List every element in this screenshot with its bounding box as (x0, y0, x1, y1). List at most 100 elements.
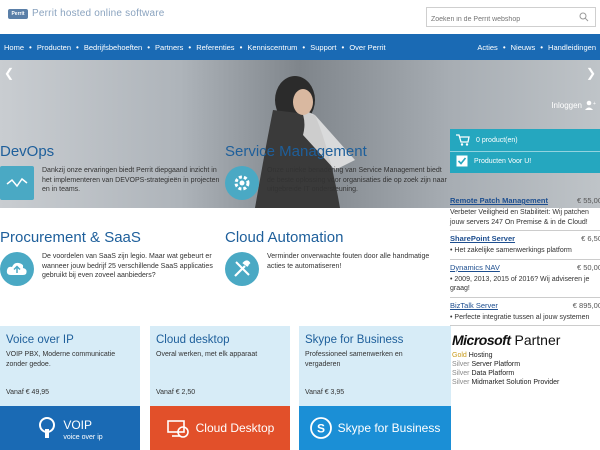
nav-separator: • (341, 42, 345, 52)
product-tile[interactable]: Cloud desktop Overal werken, met elk appa… (150, 326, 290, 450)
nav-item-producten[interactable]: Producten (37, 43, 71, 52)
cloud-automation-title[interactable]: Cloud Automation (225, 229, 343, 246)
search-icon[interactable] (579, 12, 589, 22)
competency-level: Silver (452, 370, 470, 377)
devops-icon (0, 166, 34, 200)
news-divider (450, 325, 600, 326)
perrit-logo[interactable]: Perrit Perrit hosted online software (8, 8, 165, 19)
main-nav: Home • Producten • Bedrijfsbehoeften • Partner… (0, 34, 600, 60)
cloud-desktop-icon (166, 420, 189, 438)
competency-level: Gold (452, 352, 467, 359)
news-price: € 55,00 (576, 196, 600, 205)
news-header: BizTalk Server € 895,00 (450, 301, 600, 310)
banner-sublabel: voice over ip (63, 433, 103, 441)
service-management-title[interactable]: Service Management (225, 143, 367, 160)
news-description: Verbeter Veiligheid en Stabiliteit: Wij … (450, 209, 589, 226)
news-title-link[interactable]: Remote Patch Management (450, 196, 548, 205)
voip-phone-icon (39, 417, 56, 438)
tile-banner-button[interactable]: Cloud Desktop (150, 406, 290, 450)
news-title-link[interactable]: SharePoint Server (450, 234, 515, 243)
nav-item-partners[interactable]: Partners (155, 43, 183, 52)
hero-next-arrow[interactable]: ❯ (586, 66, 596, 80)
tile-description: Overal werken, met elk apparaat (156, 351, 258, 358)
nav-separator: • (540, 42, 544, 52)
tools-icon (225, 252, 259, 286)
competency-name: Midmarket Solution Provider (471, 379, 560, 386)
news-title-link[interactable]: Dynamics NAV (450, 263, 500, 272)
nav-separator: • (29, 42, 32, 52)
logo-text: Perrit hosted online software (32, 8, 165, 19)
service-management-text: Onze unieke benadering van Service Manag… (267, 167, 447, 193)
devops-text: Dankzij onze ervaringen biedt Perrit die… (42, 167, 220, 193)
news-list: Remote Patch Management € 55,00 Verbeter V… (450, 196, 600, 329)
nav-left: Home • Producten • Bedrijfsbehoeften • Partner… (4, 43, 386, 52)
banner-label: VOIP (63, 417, 93, 432)
nav-item-handleidingen[interactable]: Handleidingen (548, 43, 596, 52)
hero-prev-arrow[interactable]: ❮ (4, 66, 14, 80)
nav-separator: • (147, 42, 151, 52)
product-tile[interactable]: Voice over IP VOIP PBX, Moderne communica… (0, 326, 140, 450)
nav-separator: • (302, 42, 306, 52)
nav-item-kenniscentrum[interactable]: Kenniscentrum (247, 43, 297, 52)
news-title-link[interactable]: BizTalk Server (450, 301, 498, 310)
procurement-title[interactable]: Procurement & SaaS (0, 229, 141, 246)
svg-text:+: + (593, 101, 596, 107)
nav-item-over-perrit[interactable]: Over Perrit (349, 43, 385, 52)
partner-competency: Silver Midmarket Solution Provider (452, 378, 560, 387)
tile-title: Skype for Business (305, 334, 404, 346)
news-price: € 50,00 (576, 262, 600, 272)
search-box (426, 7, 596, 29)
news-price: € 6,50 (581, 234, 600, 243)
nav-item-referenties[interactable]: Referenties (196, 43, 234, 52)
news-header: Dynamics NAV € 50,00 (450, 263, 600, 272)
tile-price: Vanaf € 2,50 (156, 389, 196, 396)
logo-mark: Perrit (8, 8, 28, 19)
checkbox-icon (456, 155, 468, 167)
competency-name: Hosting (468, 352, 493, 359)
nav-separator: • (76, 42, 79, 52)
news-divider (450, 230, 600, 231)
news-item: Remote Patch Management € 55,00 Verbeter V… (450, 196, 600, 231)
cart-link-label: Producten Voor U! (474, 157, 532, 165)
nav-item-support[interactable]: Support (310, 43, 336, 52)
nav-right: Acties • Nieuws • Handleidingen (477, 43, 596, 52)
news-price: € 895,00 (572, 300, 600, 310)
procurement-text: De voordelen van SaaS zijn legio. Maar w… (42, 253, 213, 279)
product-tile[interactable]: Skype for Business Professioneel samenwer… (299, 326, 451, 450)
nav-separator: • (239, 42, 243, 52)
tile-banner-button[interactable]: S Skype for Business (299, 406, 451, 450)
tile-title: Cloud desktop (156, 334, 230, 346)
microsoft-partner-badge: Microsoft Partner Gold Hosting Silver Ser… (452, 332, 560, 387)
microsoft-logo-text: Microsoft (452, 332, 511, 348)
news-divider (450, 296, 600, 298)
tile-banner-button[interactable]: VOIP voice over ip (0, 406, 140, 450)
competency-name: Server Platform (471, 361, 521, 368)
banner-label: Cloud Desktop (195, 421, 275, 435)
user-icon: + (585, 100, 596, 110)
devops-title[interactable]: DevOps (0, 143, 54, 160)
nav-item-bedrijfsbehoeften[interactable]: Bedrijfsbehoeften (84, 43, 142, 52)
competency-name: Data Platform (471, 370, 515, 377)
competency-level: Silver (452, 379, 470, 386)
tile-description: Professioneel samenwerken en vergaderen (305, 351, 403, 368)
partner-word: Partner (514, 332, 561, 348)
cart-count: 0 product(en) (476, 136, 518, 144)
cart-count-row[interactable]: 0 product(en) (456, 134, 518, 146)
nav-item-nieuws[interactable]: Nieuws (511, 43, 536, 52)
news-description: • Perfecte integratie tussen al jouw sys… (450, 313, 590, 321)
tile-price: Vanaf € 49,95 (6, 389, 50, 396)
partner-competencies: Gold Hosting Silver Server Platform Silver… (452, 351, 560, 387)
cart-divider (450, 151, 600, 152)
nav-item-acties[interactable]: Acties (477, 43, 497, 52)
partner-competency: Silver Server Platform (452, 360, 560, 369)
tile-description: VOIP PBX, Moderne communicatie zonder ge… (6, 351, 116, 368)
news-divider (450, 258, 600, 260)
news-item: Dynamics NAV € 50,00 • 2009, 2013, 2015 of… (450, 263, 600, 298)
nav-item-home[interactable]: Home (4, 43, 24, 52)
search-input[interactable] (427, 10, 575, 29)
news-header: Remote Patch Management € 55,00 (450, 196, 600, 205)
tile-title: Voice over IP (6, 334, 74, 346)
partner-competency: Silver Data Platform (452, 369, 560, 378)
login-link[interactable]: Inloggen + (551, 100, 596, 110)
cart-products-link[interactable]: Producten Voor U! (456, 155, 531, 167)
